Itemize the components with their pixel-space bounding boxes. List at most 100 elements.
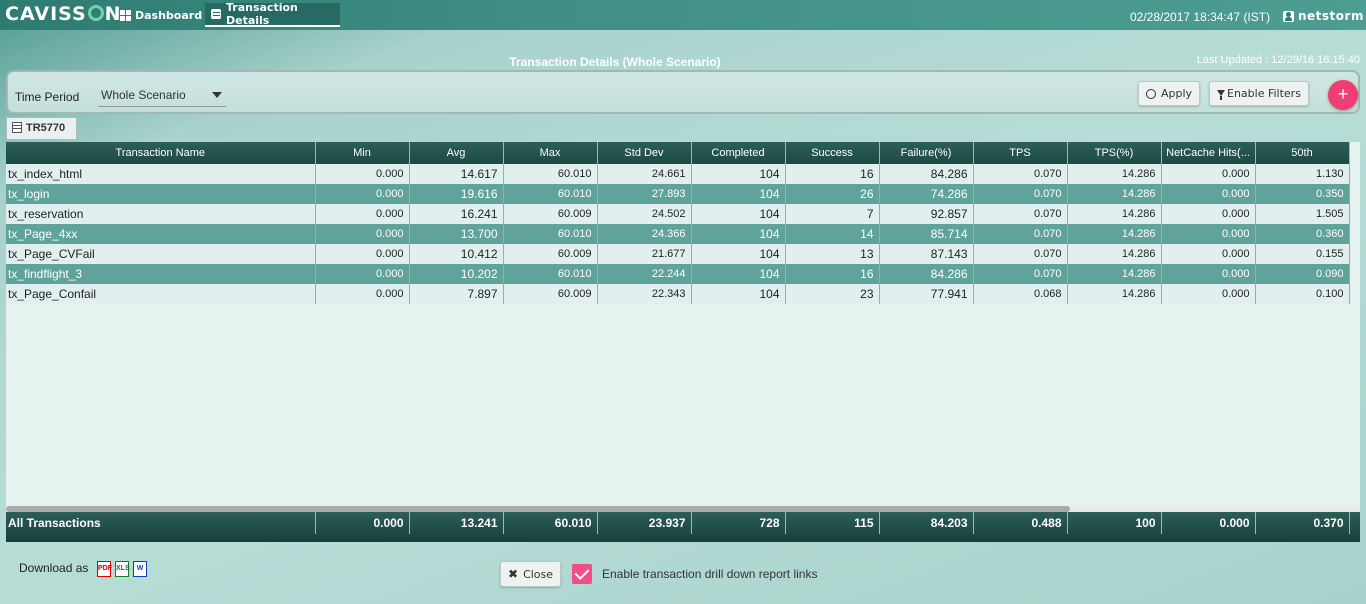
transaction-name-cell: tx_Page_CVFail [6, 244, 316, 264]
table-cell: 60.009 [503, 284, 598, 304]
column-header[interactable]: Failure(%) [879, 142, 974, 164]
table-row[interactable]: tx_Page_Confail 0.000 7.897 60.009 22.343 104… [6, 284, 1350, 304]
totals-cell: 100 [1067, 512, 1162, 534]
pdf-icon[interactable]: PDF [97, 561, 112, 577]
dashboard-icon [120, 9, 131, 21]
cavisson-logo: CAVISS N [5, 3, 122, 25]
table-row[interactable]: tx_index_html 0.000 14.617 60.010 24.661 104 1… [6, 164, 1350, 184]
table-cell: 85.714 [879, 224, 974, 244]
excel-icon[interactable]: XLS [115, 561, 130, 577]
table-cell: 0.000 [1161, 204, 1256, 224]
apply-label: Apply [1161, 87, 1193, 100]
table-cell: 0.070 [973, 264, 1068, 284]
table-row[interactable]: tx_findflight_3 0.000 10.202 60.010 22.244 10… [6, 264, 1350, 284]
totals-row: All Transactions 0.000 13.241 60.010 23.937 7… [6, 512, 1360, 542]
table-cell: 60.010 [503, 184, 598, 204]
table-cell: 1.130 [1255, 164, 1350, 184]
column-header[interactable]: Max [503, 142, 598, 164]
column-header[interactable]: Completed [691, 142, 786, 164]
totals-cell: 23.937 [597, 512, 692, 534]
tab-dashboard-label: Dashboard [135, 8, 203, 22]
tab-tr5770[interactable]: TR5770 [6, 117, 77, 139]
comment-icon [211, 9, 221, 19]
table-row[interactable]: tx_reservation 0.000 16.241 60.009 24.502 104… [6, 204, 1350, 224]
user-icon [1283, 11, 1294, 22]
column-header[interactable]: Min [315, 142, 410, 164]
table-cell: 60.010 [503, 264, 598, 284]
table-cell: 0.360 [1255, 224, 1350, 244]
table-cell: 77.941 [879, 284, 974, 304]
transaction-name-cell: tx_Page_Confail [6, 284, 316, 304]
table-cell: 24.661 [597, 164, 692, 184]
time-period-value: Whole Scenario [101, 88, 186, 102]
totals-cell: 0.488 [973, 512, 1068, 534]
table-cell: 16 [785, 264, 880, 284]
column-header[interactable]: NetCache Hits(... [1161, 142, 1256, 164]
table-cell: 16.241 [409, 204, 504, 224]
table-cell: 27.893 [597, 184, 692, 204]
check-circle-icon [1146, 88, 1156, 99]
filter-icon [1217, 89, 1225, 100]
table-cell: 84.286 [879, 164, 974, 184]
table-cell: 0.000 [315, 204, 410, 224]
close-button[interactable]: ✖ Close [500, 561, 562, 587]
table-cell: 0.100 [1255, 284, 1350, 304]
time-period-select[interactable]: Whole Scenario [98, 81, 226, 107]
transaction-name-cell: tx_Page_4xx [6, 224, 316, 244]
user-menu[interactable]: netstorm [1298, 9, 1364, 23]
column-header[interactable]: Avg [409, 142, 504, 164]
add-button[interactable]: + [1328, 80, 1358, 110]
table-cell: 0.000 [1161, 224, 1256, 244]
table-cell: 22.343 [597, 284, 692, 304]
table-row[interactable]: tx_Page_4xx 0.000 13.700 60.010 24.366 104 14 8… [6, 224, 1350, 244]
table-cell: 104 [691, 244, 786, 264]
table-cell: 0.000 [1161, 164, 1256, 184]
table-cell: 23 [785, 284, 880, 304]
column-header[interactable]: 50th [1255, 142, 1350, 164]
table-cell: 14.286 [1067, 224, 1162, 244]
table-cell: 14.286 [1067, 284, 1162, 304]
tab-transaction-details-label: Transaction Details [225, 1, 298, 27]
table-cell: 14.286 [1067, 184, 1162, 204]
last-updated: Last Updated : 12/29/16 16:15:40 [1196, 54, 1360, 66]
tab-transaction-details[interactable]: Transaction Details [205, 1, 340, 27]
datetime-display: 02/28/2017 18:34:47 (IST) [1130, 10, 1271, 24]
totals-cell: 0.000 [1161, 512, 1256, 534]
table-cell: 21.677 [597, 244, 692, 264]
column-header[interactable]: Std Dev [597, 142, 692, 164]
table-cell: 0.000 [315, 264, 410, 284]
totals-cell: 13.241 [409, 512, 504, 534]
table-cell: 0.350 [1255, 184, 1350, 204]
totals-cell: 0.370 [1255, 512, 1350, 534]
top-bar: CAVISS N Dashboard Transaction Details 02… [0, 0, 1366, 30]
table-cell: 0.000 [315, 284, 410, 304]
table-cell: 0.090 [1255, 264, 1350, 284]
page-title: Transaction Details (Whole Scenario) [509, 55, 721, 69]
drill-down-label: Enable transaction drill down report lin… [602, 567, 818, 581]
table-cell: 1.505 [1255, 204, 1350, 224]
tab-dashboard[interactable]: Dashboard [114, 3, 208, 27]
column-header[interactable]: TPS [973, 142, 1068, 164]
table-cell: 22.244 [597, 264, 692, 284]
apply-button[interactable]: Apply [1138, 81, 1201, 106]
column-header[interactable]: Transaction Name [6, 142, 316, 164]
table-cell: 16 [785, 164, 880, 184]
table-cell: 14.286 [1067, 244, 1162, 264]
table-cell: 14.286 [1067, 204, 1162, 224]
drill-down-checkbox[interactable] [572, 564, 592, 584]
close-label: Close [523, 567, 554, 581]
table-cell: 13 [785, 244, 880, 264]
table-cell: 26 [785, 184, 880, 204]
transaction-name-cell: tx_reservation [6, 204, 316, 224]
table-row[interactable]: tx_Page_CVFail 0.000 10.412 60.009 21.677 104… [6, 244, 1350, 264]
table-row[interactable]: tx_login 0.000 19.616 60.010 27.893 104 26 74.2… [6, 184, 1350, 204]
filter-bar: Time Period Whole Scenario Apply Enable … [6, 70, 1360, 114]
column-header[interactable]: TPS(%) [1067, 142, 1162, 164]
document-icon [12, 122, 22, 133]
table-cell: 0.000 [1161, 284, 1256, 304]
column-header[interactable]: Success [785, 142, 880, 164]
table-cell: 14 [785, 224, 880, 244]
table-cell: 0.070 [973, 224, 1068, 244]
word-icon[interactable]: W [133, 561, 147, 577]
enable-filters-button[interactable]: Enable Filters [1209, 81, 1309, 106]
